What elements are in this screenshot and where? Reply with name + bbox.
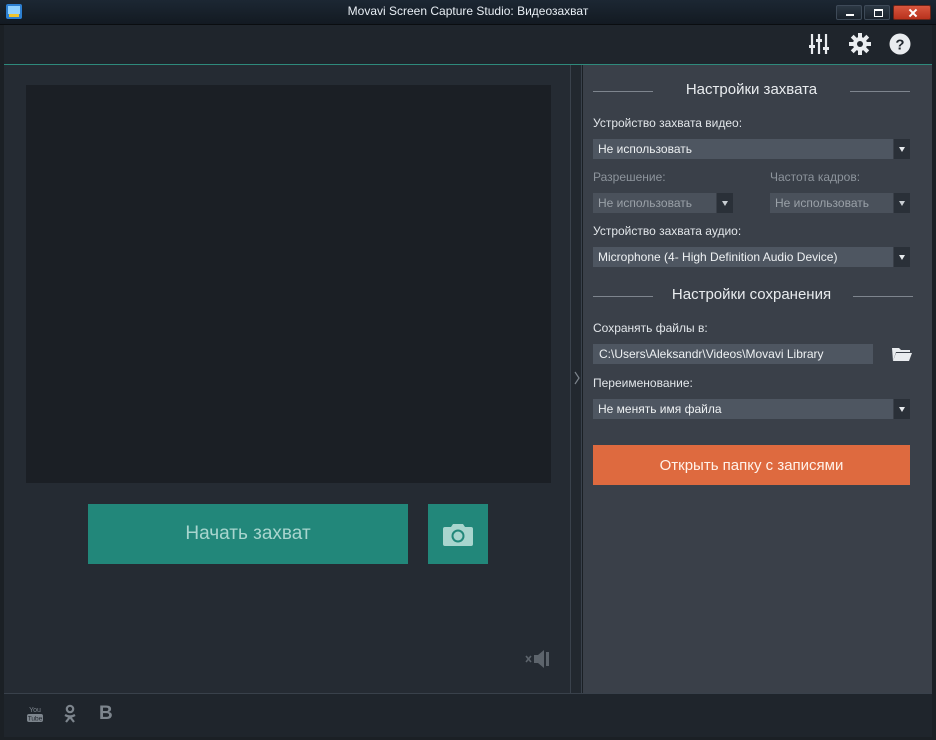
- title-bar: Movavi Screen Capture Studio: Видеозахва…: [0, 0, 936, 25]
- vk-icon[interactable]: B: [99, 704, 113, 724]
- chevron-right-icon[interactable]: [573, 370, 581, 386]
- resolution-label: Разрешение:: [593, 170, 666, 184]
- gear-icon[interactable]: [849, 33, 871, 55]
- camera-icon: [443, 524, 473, 546]
- youtube-icon[interactable]: You Tube: [25, 704, 45, 724]
- save-folder-field[interactable]: C:\Users\Aleksandr\Videos\Movavi Library: [593, 344, 873, 364]
- svg-text:Tube: Tube: [28, 716, 43, 723]
- capture-pane: Начать захват: [4, 65, 570, 693]
- svg-text:?: ?: [895, 37, 904, 54]
- video-preview: [26, 85, 551, 483]
- rename-select[interactable]: Не менять имя файла: [593, 399, 910, 419]
- audio-device-select[interactable]: Microphone (4- High Definition Audio Dev…: [593, 247, 910, 267]
- chevron-down-icon: [716, 193, 733, 213]
- open-recordings-folder-button[interactable]: Открыть папку с записями: [593, 445, 910, 485]
- framerate-select[interactable]: Не использовать: [770, 193, 910, 213]
- save-settings-heading: Настройки сохранения: [593, 286, 913, 306]
- equalizer-icon[interactable]: [808, 33, 830, 55]
- close-button[interactable]: [893, 5, 931, 20]
- minimize-button[interactable]: [836, 5, 862, 20]
- chevron-down-icon: [893, 139, 910, 159]
- toolbar: ?: [4, 25, 932, 65]
- speaker-muted-icon[interactable]: [524, 649, 550, 669]
- settings-pane: Настройки захвата Устройство захвата вид…: [583, 65, 932, 693]
- open-folder-icon[interactable]: [891, 345, 913, 363]
- maximize-button[interactable]: [864, 5, 890, 20]
- video-device-select[interactable]: Не использовать: [593, 139, 910, 159]
- help-icon[interactable]: ?: [889, 33, 911, 55]
- framerate-label: Частота кадров:: [770, 170, 861, 184]
- rename-label: Переименование:: [593, 376, 693, 390]
- snapshot-button[interactable]: [428, 504, 488, 564]
- start-capture-button[interactable]: Начать захват: [88, 504, 408, 564]
- video-device-label: Устройство захвата видео:: [593, 116, 743, 130]
- svg-text:You: You: [29, 707, 41, 714]
- audio-device-label: Устройство захвата аудио:: [593, 224, 742, 238]
- odnoklassniki-icon[interactable]: [62, 704, 78, 724]
- resolution-select[interactable]: Не использовать: [593, 193, 733, 213]
- bottom-bar: You Tube B: [4, 693, 932, 737]
- chevron-down-icon: [893, 247, 910, 267]
- window-title: Movavi Screen Capture Studio: Видеозахва…: [347, 4, 589, 18]
- capture-settings-heading: Настройки захвата: [593, 81, 910, 101]
- save-folder-label: Сохранять файлы в:: [593, 321, 708, 335]
- panel-splitter[interactable]: [570, 65, 582, 693]
- chevron-down-icon: [893, 193, 910, 213]
- chevron-down-icon: [893, 399, 910, 419]
